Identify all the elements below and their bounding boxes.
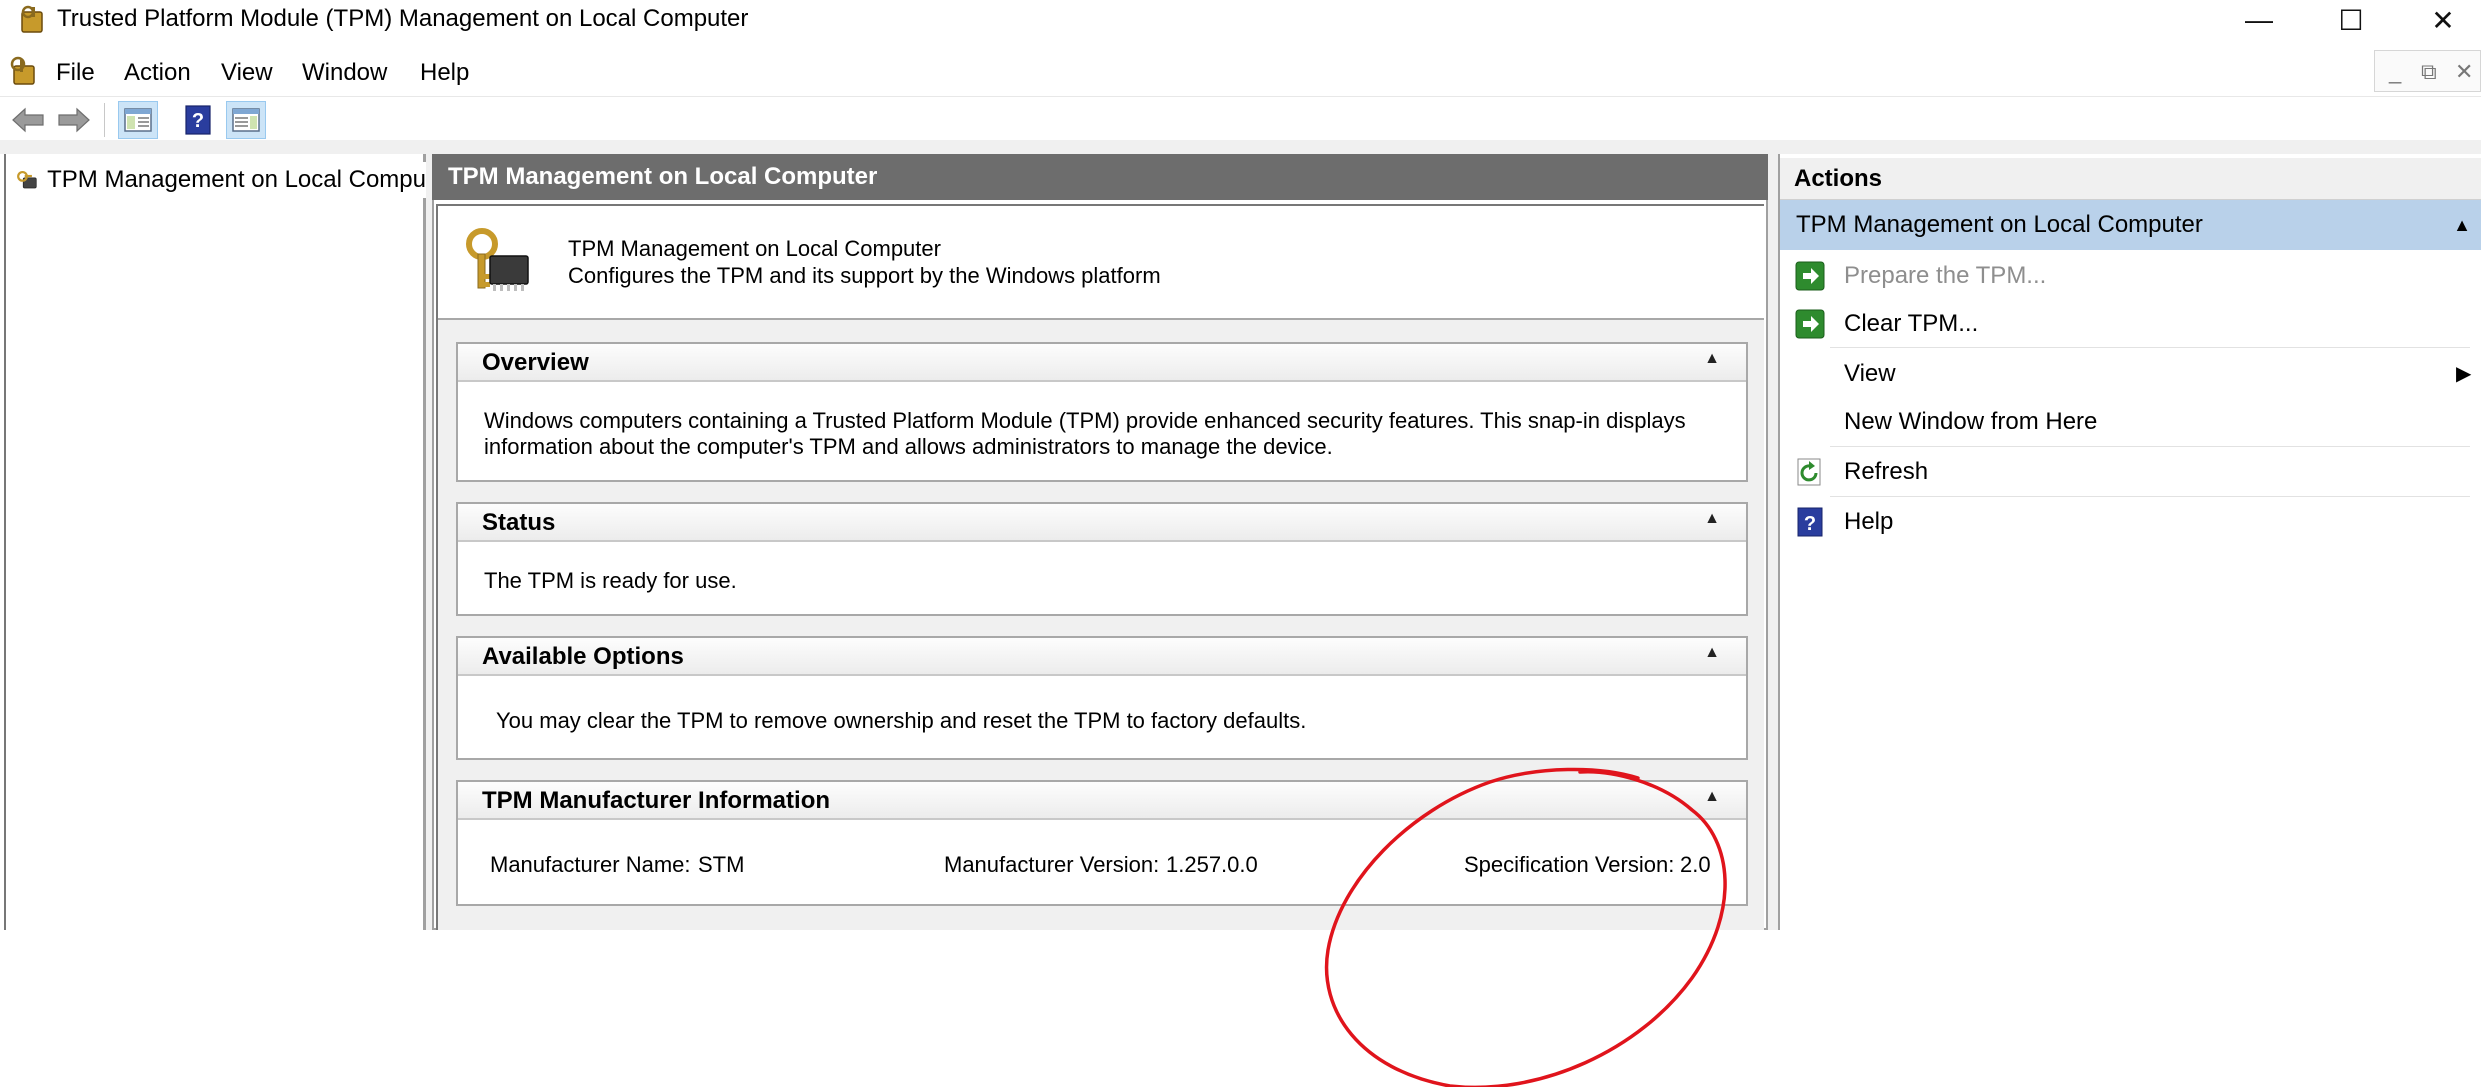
overview-title: Overview [482,349,589,376]
action-label: Refresh [1844,458,1929,485]
snapin-title: TPM Management on Local Computer [568,236,941,261]
action-label: Help [1844,508,1894,535]
menu-window[interactable]: Window [302,58,387,88]
menu-action[interactable]: Action [124,58,191,88]
overview-text-line1: Windows computers containing a Trusted P… [484,408,1686,433]
center-pane-header: TPM Management on Local Computer [432,154,1768,200]
collapse-up-icon[interactable]: ▲ [1704,350,1720,368]
minimize-button[interactable]: — [2213,0,2305,40]
action-label: Prepare the TPM... [1844,262,2047,289]
console-tree-pane: TPM Management on Local Compu [4,154,426,930]
toolbar: ? [0,96,2481,140]
action-new-window[interactable]: New Window from Here [1780,398,2480,446]
mdi-controls: _ ⧉ ✕ [2374,50,2481,92]
mdi-close-icon[interactable]: ✕ [2455,59,2473,85]
mdi-minimize-icon[interactable]: _ [2389,59,2401,85]
submenu-arrow-icon: ▶ [2456,363,2472,385]
action-prepare-tpm[interactable]: Prepare the TPM... [1780,252,2480,300]
collapse-up-icon[interactable]: ▲ [1704,644,1720,662]
window-title: Trusted Platform Module (TPM) Management… [57,5,749,32]
maximize-button[interactable]: ☐ [2305,0,2397,40]
action-clear-tpm[interactable]: Clear TPM... [1780,300,2480,348]
red-annotation-circle [1324,767,1727,1087]
close-button[interactable]: ✕ [2397,0,2481,40]
action-separator [1830,446,2470,447]
available-options-section-header[interactable]: Available Options ▲ [458,638,1746,676]
show-hide-console-tree-button[interactable] [118,101,158,139]
manufacturer-version-label: Manufacturer Version: [944,852,1160,877]
manufacturer-name-label: Manufacturer Name: [490,852,691,877]
overview-text-line2: information about the computer's TPM and… [484,434,1333,459]
action-view[interactable]: View ▶ [1780,350,2480,398]
help-icon: ? [185,105,211,135]
tpm-snapin-icon [17,170,37,189]
maximize-icon: ☐ [2338,4,2364,36]
panes-top-gutter [0,140,2481,154]
actions-group-header[interactable]: TPM Management on Local Computer ▲ [1780,200,2481,250]
manufacturer-info-title: TPM Manufacturer Information [482,787,831,814]
help-icon: ? [1797,507,1823,537]
refresh-icon [1797,458,1821,486]
snapin-description: Configures the TPM and its support by th… [568,263,1161,288]
action-help[interactable]: ? Help [1780,498,2480,546]
green-arrow-icon [1795,309,1825,339]
forward-button[interactable] [54,101,94,139]
console-menu-icon[interactable] [6,54,40,88]
back-button[interactable] [8,101,48,139]
status-section: Status ▲ The TPM is ready for use. [456,502,1748,616]
status-section-header[interactable]: Status ▲ [458,504,1746,542]
menu-bar: File Action View Window Help [0,48,2481,96]
collapse-up-icon[interactable]: ▲ [1704,510,1720,528]
help-toolbar-button[interactable]: ? [178,101,218,139]
show-hide-console-tree-icon [124,108,152,132]
action-label: Clear TPM... [1844,310,1979,337]
minimize-icon: — [2245,4,2273,35]
title-bar: Trusted Platform Module (TPM) Management… [0,0,2481,40]
menu-help[interactable]: Help [420,58,469,88]
action-refresh[interactable]: Refresh [1780,448,2480,496]
action-label: View [1844,360,1896,387]
forward-arrow-icon [58,107,90,133]
manufacturer-version-value: 1.257.0.0 [1166,852,1258,877]
collapse-up-icon[interactable]: ▲ [2453,200,2471,250]
tree-item-tpm-management[interactable]: TPM Management on Local Compu [16,162,426,198]
green-arrow-icon [1795,261,1825,291]
action-separator [1830,347,2470,348]
action-label: New Window from Here [1844,408,2098,435]
toolbar-separator [104,103,105,137]
right-splitter[interactable] [1768,154,1778,930]
actions-group-title: TPM Management on Local Computer [1796,211,2203,238]
overview-section: Overview ▲ Windows computers containing … [456,342,1748,482]
back-arrow-icon [12,107,44,133]
actions-pane-header: Actions [1780,158,2481,200]
menu-view[interactable]: View [221,58,273,88]
mdi-restore-icon[interactable]: ⧉ [2421,59,2437,85]
tree-item-label: TPM Management on Local Compu [47,166,426,193]
action-separator [1830,496,2470,497]
status-text: The TPM is ready for use. [484,568,737,593]
below-window-area [0,930,2481,1087]
tpm-app-icon [16,4,48,34]
show-hide-action-pane-button[interactable] [226,101,266,139]
close-icon: ✕ [2431,4,2455,36]
available-options-text: You may clear the TPM to remove ownershi… [496,708,1307,733]
tpm-key-chip-icon [460,226,532,296]
show-hide-action-pane-icon [232,108,260,132]
manufacturer-name-value: STM [698,852,745,877]
menu-file[interactable]: File [56,58,95,88]
available-options-title: Available Options [482,643,684,670]
overview-section-header[interactable]: Overview ▲ [458,344,1746,382]
svg-text:?: ? [192,110,204,132]
svg-text:?: ? [1804,513,1816,535]
status-title: Status [482,509,556,536]
